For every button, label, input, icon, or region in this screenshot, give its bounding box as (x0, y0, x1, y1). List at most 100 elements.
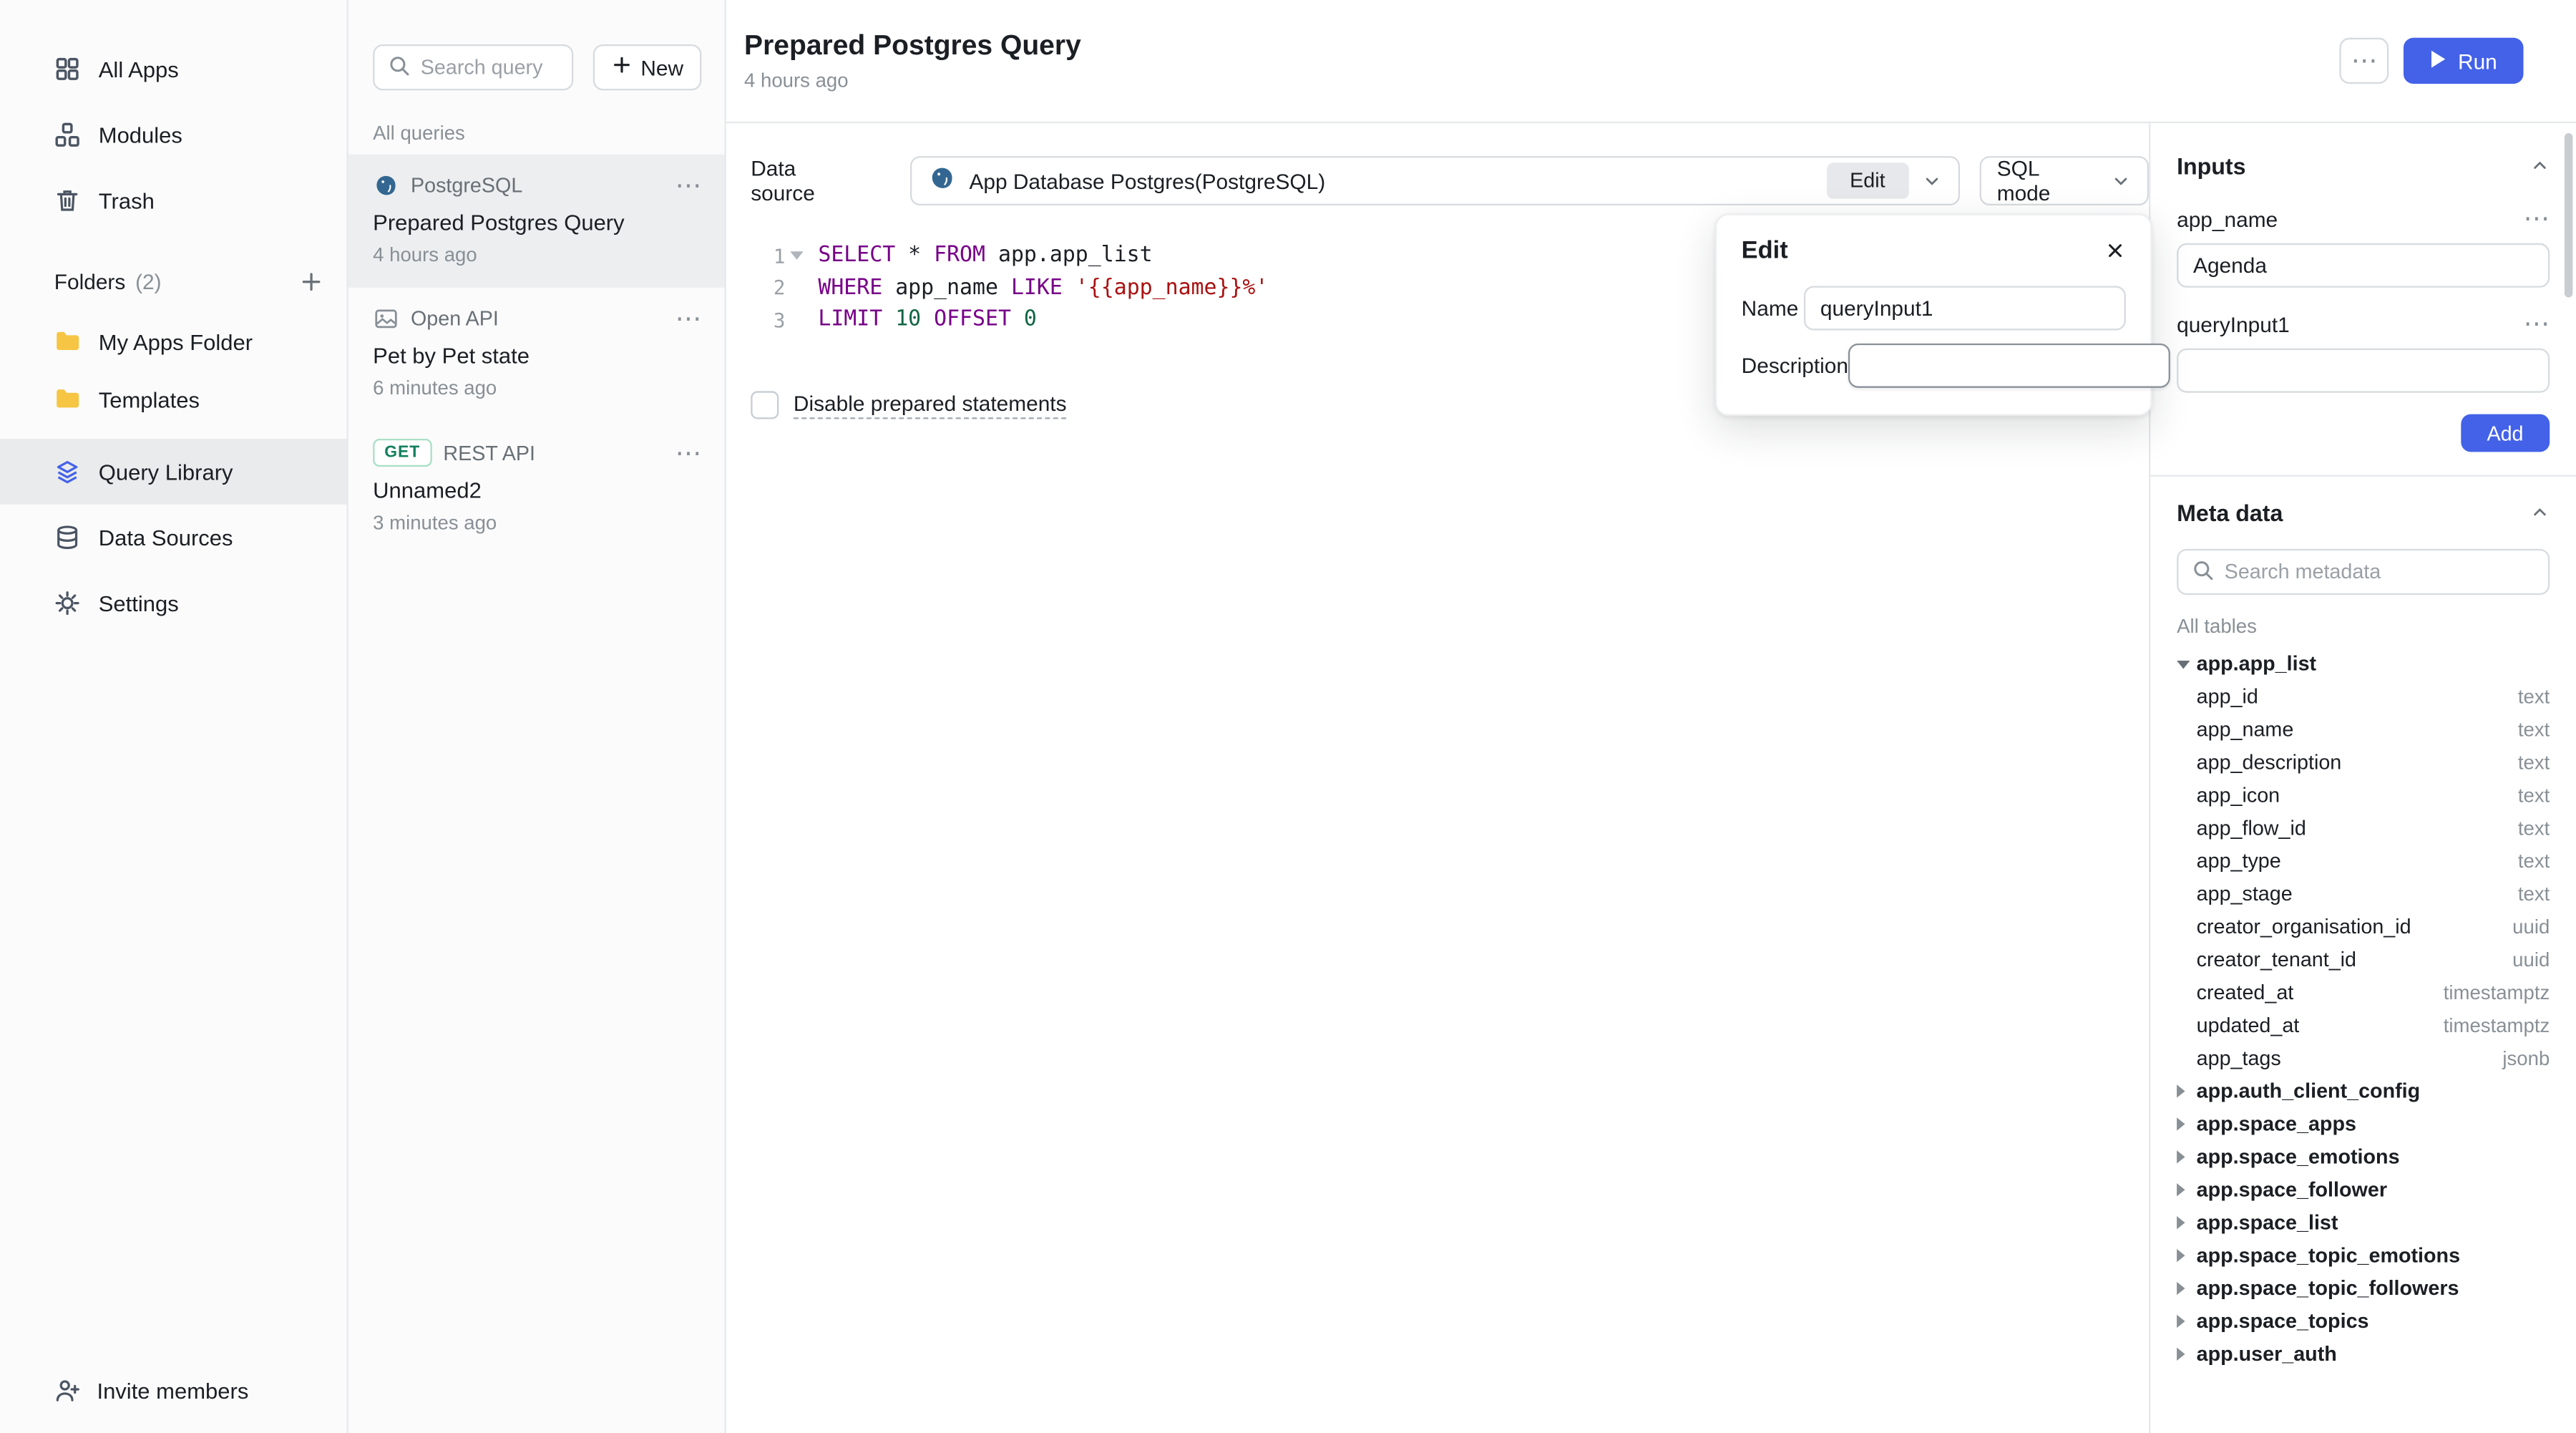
table-column-row[interactable]: app_description text (2177, 746, 2550, 779)
folder-item-label: Templates (99, 388, 200, 412)
sql-mode-label: SQL mode (1997, 156, 2098, 205)
grid-icon (54, 56, 81, 82)
query-list-item[interactable]: Open API ⋯ Pet by Pet state 6 minutes ag… (348, 288, 725, 421)
new-query-label: New (640, 55, 683, 79)
caret-down-icon[interactable] (2177, 660, 2197, 668)
caret-right-icon[interactable] (2177, 1084, 2197, 1097)
table-column-row[interactable]: updated_at timestamptz (2177, 1009, 2550, 1042)
sidebar-item-label: Query Library (99, 460, 233, 484)
table-column-row[interactable]: app_icon text (2177, 779, 2550, 812)
table-row-collapsed[interactable]: app.space_topic_emotions (2177, 1239, 2550, 1272)
table-column-row[interactable]: app_type text (2177, 845, 2550, 878)
query-item-menu-icon[interactable]: ⋯ (675, 178, 702, 194)
table-column-row[interactable]: created_at timestamptz (2177, 976, 2550, 1009)
query-item-menu-icon[interactable]: ⋯ (675, 311, 702, 327)
caret-right-icon[interactable] (2177, 1282, 2197, 1295)
fold-caret-icon[interactable] (785, 252, 808, 260)
column-type: text (2518, 718, 2550, 741)
input-field-value[interactable] (2177, 349, 2550, 393)
sidebar-item-query-library[interactable]: Query Library (0, 439, 346, 505)
query-item-menu-icon[interactable]: ⋯ (675, 445, 702, 461)
folder-item[interactable]: Templates (0, 371, 346, 429)
run-button[interactable]: Run (2404, 38, 2523, 84)
data-source-select[interactable]: App Database Postgres(PostgreSQL) Edit (910, 156, 1959, 205)
table-row-collapsed[interactable]: app.space_topic_followers (2177, 1272, 2550, 1305)
add-folder-icon[interactable] (299, 268, 323, 293)
input-field-value[interactable] (2177, 243, 2550, 288)
query-type-label: Open API (411, 307, 499, 330)
header-menu-button[interactable]: ⋯ (2340, 38, 2389, 84)
column-name: creator_organisation_id (2197, 915, 2411, 938)
caret-right-icon[interactable] (2177, 1249, 2197, 1262)
table-row-collapsed[interactable]: app.space_emotions (2177, 1140, 2550, 1173)
input-field-label-row: app_name ⋯ (2177, 204, 2550, 233)
metadata-search-box[interactable] (2177, 549, 2550, 595)
table-column-row[interactable]: app_id text (2177, 681, 2550, 714)
table-column-row[interactable]: app_tags jsonb (2177, 1042, 2550, 1075)
caret-right-icon[interactable] (2177, 1183, 2197, 1196)
chevron-down-icon[interactable] (1921, 171, 1941, 191)
invite-members-button[interactable]: Invite members (54, 1377, 249, 1404)
table-row-collapsed[interactable]: app.user_auth (2177, 1338, 2550, 1371)
line-number: 3 (726, 309, 786, 331)
scrollbar-thumb[interactable] (2565, 133, 2572, 298)
table-column-row[interactable]: app_stage text (2177, 878, 2550, 910)
sidebar-item-settings[interactable]: Settings (0, 570, 346, 636)
folder-icon (54, 327, 81, 359)
table-row-expanded[interactable]: app.app_list (2177, 648, 2550, 681)
query-search-input[interactable] (421, 56, 559, 79)
query-list-item[interactable]: GET REST API ⋯ Unnamed2 3 minutes ago (348, 421, 725, 555)
table-row-collapsed[interactable]: app.auth_client_config (2177, 1075, 2550, 1108)
input-field-label-row: queryInput1 ⋯ (2177, 309, 2550, 339)
description-field[interactable] (1848, 344, 2170, 388)
column-type: text (2518, 850, 2550, 873)
sql-mode-select[interactable]: SQL mode (1979, 156, 2149, 205)
name-field[interactable] (1804, 286, 2126, 330)
column-name: updated_at (2197, 1014, 2300, 1037)
sidebar-item-modules[interactable]: Modules (0, 102, 346, 167)
column-type: timestamptz (2444, 981, 2550, 1004)
person-plus-icon (54, 1377, 81, 1404)
caret-right-icon[interactable] (2177, 1348, 2197, 1361)
table-row-collapsed[interactable]: app.space_list (2177, 1206, 2550, 1239)
caret-right-icon[interactable] (2177, 1150, 2197, 1163)
table-column-row[interactable]: app_name text (2177, 713, 2550, 746)
search-icon (388, 54, 411, 82)
table-column-row[interactable]: creator_tenant_id uuid (2177, 943, 2550, 976)
input-field-menu-icon[interactable]: ⋯ (2524, 316, 2550, 332)
folder-item[interactable]: My Apps Folder (0, 314, 346, 371)
column-type: uuid (2512, 915, 2550, 938)
input-field-menu-icon[interactable]: ⋯ (2524, 210, 2550, 227)
sidebar-item-trash[interactable]: Trash (0, 167, 346, 233)
query-search-box[interactable] (373, 44, 573, 90)
add-input-button[interactable]: Add (2461, 414, 2550, 452)
new-query-button[interactable]: New (593, 44, 702, 90)
caret-right-icon[interactable] (2177, 1117, 2197, 1130)
caret-right-icon[interactable] (2177, 1216, 2197, 1229)
chevron-up-icon[interactable] (2530, 156, 2550, 176)
folders-count: (2) (135, 268, 161, 293)
table-column-row[interactable]: app_flow_id text (2177, 812, 2550, 845)
close-icon[interactable] (2104, 240, 2126, 261)
name-label: Name (1742, 296, 1804, 320)
data-source-edit-button[interactable]: Edit (1827, 162, 1908, 199)
description-label: Description (1742, 354, 1848, 378)
chevron-up-icon[interactable] (2530, 503, 2550, 523)
tables-tree: app.app_list app_id text app_name (2177, 648, 2550, 1371)
disable-prepared-checkbox[interactable] (751, 390, 779, 418)
table-row-collapsed[interactable]: app.space_topics (2177, 1305, 2550, 1338)
column-type: text (2518, 784, 2550, 807)
search-icon (2192, 558, 2215, 586)
table-columns-list: app_id text app_name text app_descriptio… (2177, 681, 2550, 1075)
table-row-collapsed[interactable]: app.space_follower (2177, 1173, 2550, 1206)
query-item-meta-row: Open API ⋯ (373, 306, 701, 332)
table-row-collapsed[interactable]: app.space_apps (2177, 1107, 2550, 1140)
metadata-search-input[interactable] (2225, 560, 2535, 583)
caret-right-icon[interactable] (2177, 1315, 2197, 1328)
sidebar-item-all-apps[interactable]: All Apps (0, 37, 346, 102)
query-list-item[interactable]: PostgreSQL ⋯ Prepared Postgres Query 4 h… (348, 155, 725, 288)
play-icon (2430, 49, 2446, 73)
column-type: text (2518, 817, 2550, 840)
sidebar-item-data-sources[interactable]: Data Sources (0, 505, 346, 570)
table-column-row[interactable]: creator_organisation_id uuid (2177, 910, 2550, 943)
